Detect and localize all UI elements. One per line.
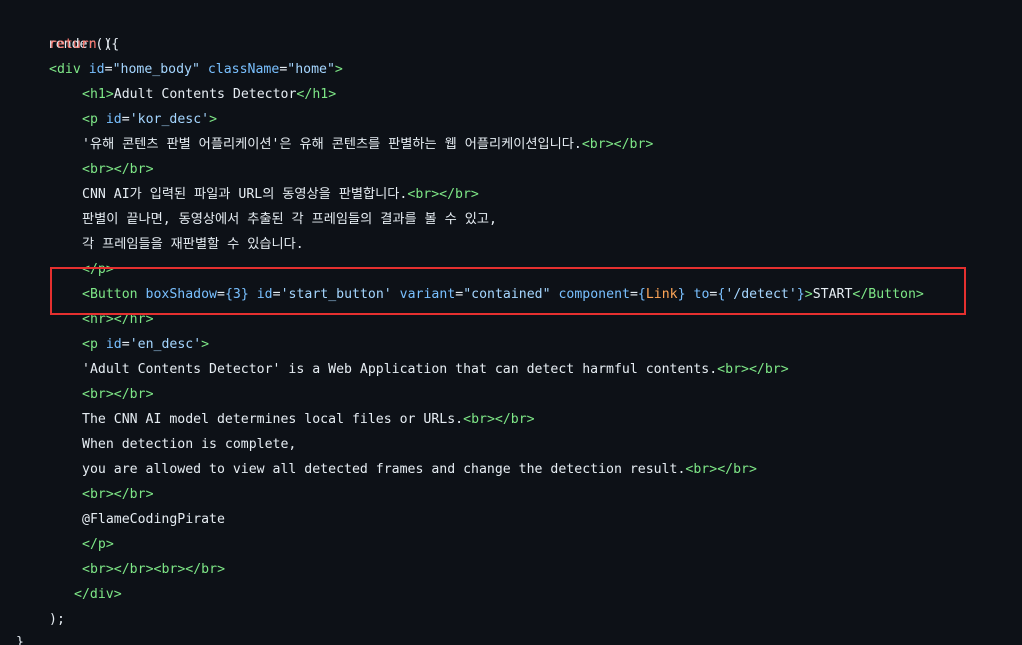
- code-line-7: <br></br>: [82, 162, 154, 177]
- return-keyword: return: [49, 37, 97, 52]
- code-line-1: render(){: [16, 7, 119, 52]
- author-handle: @FlameCodingPirate: [82, 512, 225, 527]
- korean-description-text: '유해 콘텐츠 판별 어플리케이션'은 유해 콘텐츠를 판별하는 웹 어플리케이…: [82, 137, 582, 152]
- h1-title-text: Adult Contents Detector: [113, 87, 297, 102]
- code-line-15: 'Adult Contents Detector' is a Web Appli…: [82, 362, 789, 377]
- code-line-3: <div id="home_body" className="home">: [49, 62, 343, 77]
- code-line-6: '유해 콘텐츠 판별 어플리케이션'은 유해 콘텐츠를 판별하는 웹 어플리케이…: [82, 137, 654, 152]
- code-line-12-start-button: <Button boxShadow={3} id='start_button' …: [82, 287, 924, 302]
- code-line-23: <br></br><br></br>: [82, 562, 226, 577]
- code-line-24: </div>: [74, 587, 122, 602]
- code-line-2: return (: [49, 37, 113, 52]
- code-line-17: The CNN AI model determines local files …: [82, 412, 535, 427]
- english-description-text: 'Adult Contents Detector' is a Web Appli…: [82, 362, 718, 377]
- code-line-5: <p id='kor_desc'>: [82, 112, 218, 127]
- code-line-11: </p>: [82, 262, 114, 277]
- code-line-22: </p>: [82, 537, 114, 552]
- code-line-18: When detection is complete,: [82, 437, 297, 452]
- code-line-20: <br></br>: [82, 487, 154, 502]
- code-line-16: <br></br>: [82, 387, 154, 402]
- code-line-25: );: [49, 612, 65, 627]
- code-line-19: you are allowed to view all detected fra…: [82, 462, 757, 477]
- code-line-26: }: [16, 635, 24, 645]
- code-line-21: @FlameCodingPirate: [82, 507, 225, 532]
- code-line-8: CNN AI가 입력된 파일과 URL의 동영상을 판별합니다.<br></br…: [82, 187, 479, 202]
- code-line-10: 각 프레임들을 재판별할 수 있습니다.: [82, 237, 304, 252]
- code-line-13: <hr></hr>: [82, 312, 154, 327]
- code-line-4: <h1>Adult Contents Detector</h1>: [82, 87, 337, 102]
- code-viewer: render(){ return ( <div id="home_body" c…: [0, 0, 1022, 645]
- code-line-9: 판별이 끝나면, 동영상에서 추출된 각 프레임들의 결과를 볼 수 있고,: [82, 212, 497, 227]
- code-line-14: <p id='en_desc'>: [82, 337, 210, 352]
